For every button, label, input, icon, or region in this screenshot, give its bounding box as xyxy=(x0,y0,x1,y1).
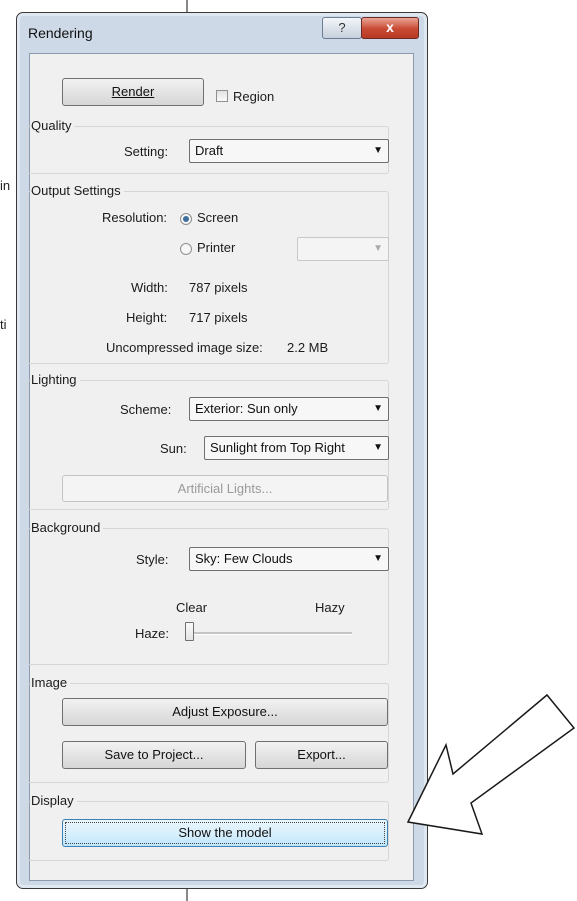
arrow-icon xyxy=(406,693,576,835)
callout-arrow xyxy=(406,693,576,835)
